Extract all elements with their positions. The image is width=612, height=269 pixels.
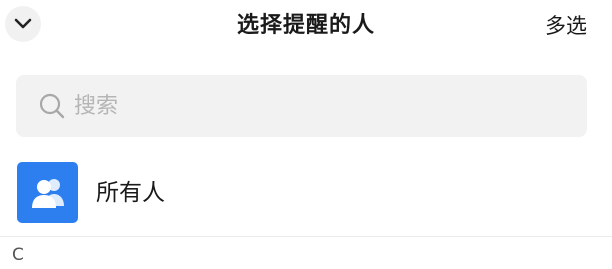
search-input[interactable] bbox=[74, 93, 534, 119]
multi-select-button[interactable]: 多选 bbox=[545, 11, 587, 41]
search-bar[interactable] bbox=[16, 75, 587, 137]
list-item-label: 所有人 bbox=[96, 180, 165, 206]
group-users-icon bbox=[31, 178, 64, 208]
header-bar: 选择提醒的人 多选 bbox=[0, 0, 612, 52]
search-icon bbox=[38, 92, 66, 120]
list-item-everyone[interactable]: 所有人 bbox=[0, 155, 612, 235]
section-index-header: C bbox=[12, 245, 24, 265]
avatar bbox=[17, 162, 78, 223]
page-title: 选择提醒的人 bbox=[236, 13, 375, 38]
divider bbox=[0, 236, 612, 237]
